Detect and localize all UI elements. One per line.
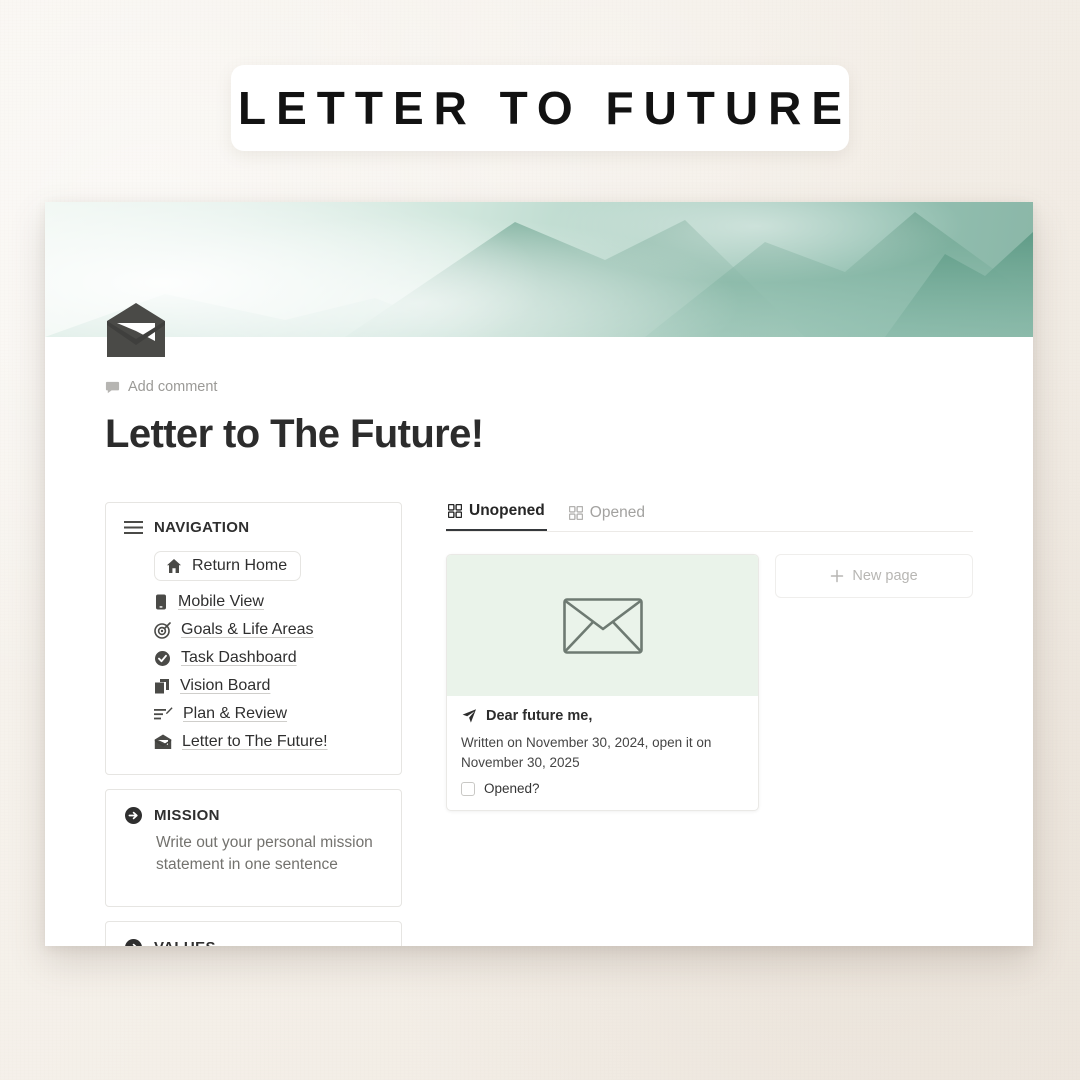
gallery-grid-icon [568,506,583,520]
tab-label: Unopened [469,502,545,519]
tab-label: Opened [589,504,645,521]
return-home-pill[interactable]: Return Home [154,551,302,581]
paper-plane-icon [461,708,477,724]
mission-body: Write out your personal mission statemen… [156,834,373,874]
sidebar-item-mobile-view[interactable]: Mobile View [124,588,383,616]
plus-icon [830,569,844,583]
navigation-header: NAVIGATION [124,519,383,536]
opened-checkbox[interactable] [461,781,475,796]
page-body: Add comment Letter to The Future! NAVIGA… [45,379,1033,946]
cover-mist-overlay [45,202,1033,337]
comment-icon [105,380,120,395]
values-heading: VALUES [154,939,216,946]
copy-stack-icon [154,678,170,695]
app-window: Add comment Letter to The Future! NAVIGA… [45,202,1033,946]
gallery-row: Dear future me, Written on November 30, … [446,554,973,812]
mission-header: MISSION [124,806,383,825]
page-title: Letter to The Future! [105,412,484,456]
arrow-circle-right-icon [124,806,143,825]
database-view-tabs: Unopened Opened [446,502,973,532]
values-callout: VALUES [105,921,402,946]
sidebar-item-plan-review[interactable]: Plan & Review [124,700,383,728]
page-cover-image [45,202,1033,337]
sidebar-item-letter-to-the-future[interactable]: Letter to The Future! [124,728,383,756]
card-cover [447,555,758,696]
list-edit-icon [154,706,173,722]
sidebar-item-vision-board[interactable]: Vision Board [124,672,383,700]
sidebar-item-return-home[interactable]: Return Home [124,546,383,586]
card-title-row: Dear future me, [461,708,744,724]
sidebar-item-label: Task Dashboard [181,649,297,666]
check-circle-icon [154,650,171,667]
sidebar-item-label: Vision Board [180,677,271,694]
sidebar-item-label: Return Home [192,557,288,574]
sidebar-item-label: Goals & Life Areas [181,621,314,638]
sidebar-item-goals-life-areas[interactable]: Goals & Life Areas [124,616,383,644]
hamburger-menu-icon [124,520,143,535]
sidebar-item-label: Letter to The Future! [182,733,328,750]
right-column: Unopened Opened Dear future me, Written … [446,502,973,946]
card-checkbox-row[interactable]: Opened? [461,781,744,796]
add-comment-label: Add comment [128,379,218,395]
tab-unopened[interactable]: Unopened [446,502,547,531]
gallery-grid-icon [448,504,462,518]
sidebar-item-label: Mobile View [178,593,264,610]
list-item[interactable]: Dear future me, Written on November 30, … [446,554,759,812]
left-column: NAVIGATION Return Home Mobile View Goals… [105,502,402,946]
add-comment-button[interactable]: Add comment [105,379,973,395]
tab-opened[interactable]: Opened [567,504,647,531]
target-icon [154,621,171,639]
new-page-label: New page [852,568,918,584]
banner-title: LETTER TO FUTURE [237,82,853,134]
open-envelope-icon [105,301,167,359]
open-envelope-icon [154,734,172,750]
card-content: Dear future me, Written on November 30, … [447,696,758,810]
mission-callout: MISSION Write out your personal mission … [105,789,402,907]
navigation-heading: NAVIGATION [154,519,250,536]
envelope-outline-icon [562,597,643,654]
mobile-phone-icon [154,594,168,610]
sidebar-item-label: Plan & Review [183,705,288,722]
arrow-circle-right-icon [124,938,143,946]
card-title: Dear future me, [486,708,593,724]
navigation-list: Return Home Mobile View Goals & Life Are… [124,546,383,756]
sidebar-item-task-dashboard[interactable]: Task Dashboard [124,644,383,672]
opened-checkbox-label: Opened? [484,781,540,797]
home-icon [166,558,182,574]
new-page-button[interactable]: New page [775,554,973,598]
navigation-callout: NAVIGATION Return Home Mobile View Goals… [105,502,402,775]
content-columns: NAVIGATION Return Home Mobile View Goals… [105,502,973,946]
title-banner: LETTER TO FUTURE [231,65,849,151]
card-description: Written on November 30, 2024, open it on… [461,735,712,770]
values-header: VALUES [124,938,383,946]
mission-heading: MISSION [154,807,220,824]
